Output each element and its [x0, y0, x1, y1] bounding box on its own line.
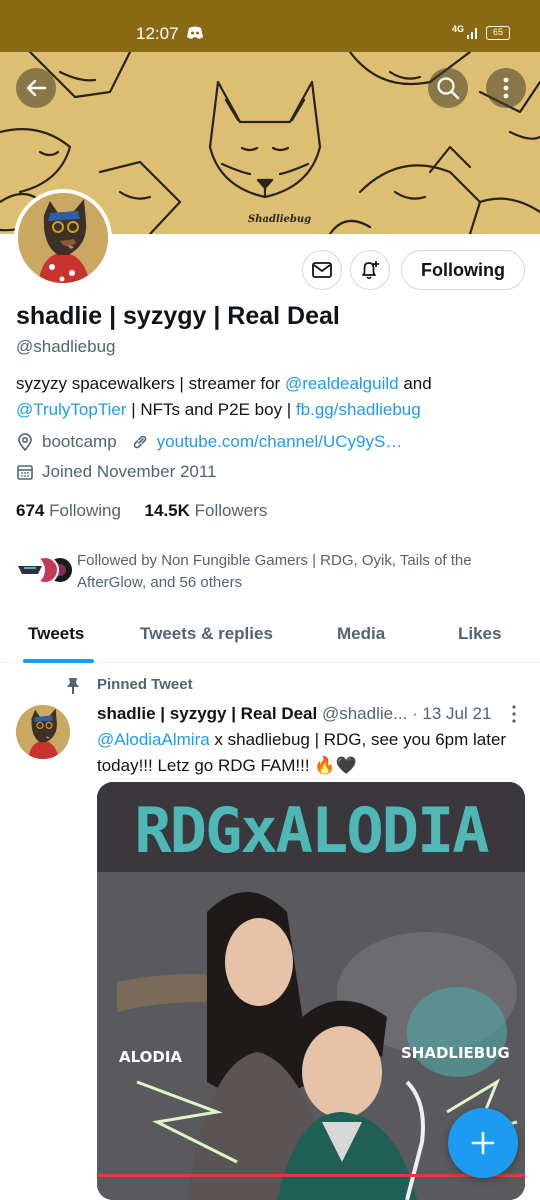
profile-name: shadlie | syzygy | Real Deal	[16, 302, 340, 330]
mention-realdealguild-link[interactable]: @realdealguild	[285, 374, 399, 393]
profile-handle: @shadliebug	[16, 337, 116, 356]
tweet-date[interactable]: · 13 Jul 21	[412, 704, 491, 723]
tab-tweets-and-replies[interactable]: Tweets & replies	[140, 624, 273, 644]
website-link[interactable]: youtube.com/channel/UCy9yS…	[157, 432, 403, 452]
joined-date-row: Joined November 2011	[16, 462, 217, 482]
mention-alodiaalmira-link[interactable]: @AlodiaAlmira	[97, 730, 210, 749]
followers-count: 14.5K	[144, 501, 190, 520]
tab-media[interactable]: Media	[337, 624, 385, 644]
mail-icon	[312, 262, 332, 278]
dog-avatar-art	[16, 705, 70, 759]
pinned-tweet-label: Pinned Tweet	[66, 676, 193, 694]
clock: 12:07	[136, 24, 179, 43]
arrow-left-icon	[26, 79, 47, 97]
follow-counts: 674 Following 14.5K Followers	[16, 501, 267, 521]
bell-plus-icon	[362, 261, 379, 280]
network-type: 4G	[452, 24, 465, 34]
joined-date: Joined November 2011	[42, 462, 217, 481]
signal-bars-icon	[467, 28, 477, 39]
followers-count-link[interactable]: 14.5K Followers	[145, 501, 268, 520]
dog-avatar-art	[18, 193, 108, 283]
following-count: 674	[16, 501, 45, 520]
media-label-left: ALODIA	[119, 1048, 183, 1066]
tab-likes[interactable]: Likes	[458, 624, 501, 644]
tweet-author-name[interactable]: shadlie | syzygy | Real Deal	[97, 704, 317, 723]
profile-location: bootcamp	[42, 432, 117, 451]
pin-icon	[67, 678, 79, 694]
profile-avatar[interactable]	[14, 189, 112, 287]
location-pin-icon	[18, 433, 32, 451]
calendar-icon	[17, 465, 33, 480]
tweet-author-handle: @shadlie...	[321, 704, 408, 723]
tweet-header: shadlie | syzygy | Real Deal @shadlie...…	[97, 704, 507, 724]
notifications-button[interactable]	[350, 250, 390, 290]
profile-meta-row: bootcamp youtube.com/channel/UCy9yS…	[16, 432, 402, 452]
link-icon	[133, 435, 146, 449]
tweet-body: @AlodiaAlmira x shadliebug | RDG, see yo…	[97, 727, 527, 779]
followers-label: Followers	[194, 501, 268, 520]
tab-tweets[interactable]: Tweets	[28, 624, 84, 644]
media-title: RDGxALODIA	[134, 794, 489, 867]
bio-text: syzyzy spacewalkers | streamer for	[16, 374, 285, 393]
discord-icon	[187, 26, 203, 39]
media-label-right: SHADLIEBUG	[401, 1044, 510, 1062]
banner-signature: Shadliebug	[248, 214, 312, 225]
message-button[interactable]	[302, 250, 342, 290]
compose-tweet-button[interactable]	[448, 1108, 518, 1178]
back-button[interactable]	[16, 68, 56, 108]
tweet-more-icon[interactable]	[508, 704, 520, 724]
following-label: Following	[49, 501, 121, 520]
search-button[interactable]	[428, 68, 468, 108]
following-button[interactable]: Following	[401, 250, 525, 290]
search-icon	[437, 77, 460, 100]
pinned-text: Pinned Tweet	[97, 676, 193, 693]
plus-icon	[471, 1131, 495, 1155]
bio-text: | NFTs and P2E boy |	[126, 400, 296, 419]
mention-trulytoptier-link[interactable]: @TrulyTopTier	[16, 400, 126, 419]
status-bar: 12:07 4G 65	[0, 0, 540, 52]
profile-bio: syzyzy spacewalkers | streamer for @real…	[16, 371, 526, 423]
bio-text: and	[398, 374, 432, 393]
mutual-followers-avatars[interactable]	[14, 554, 74, 586]
battery-indicator: 65	[486, 26, 510, 40]
more-vertical-icon	[503, 77, 509, 99]
tweet-author-avatar[interactable]	[16, 705, 70, 759]
active-tab-indicator	[23, 659, 94, 663]
more-options-button[interactable]	[486, 68, 526, 108]
following-count-link[interactable]: 674 Following	[16, 501, 121, 520]
followed-by-text[interactable]: Followed by Non Fungible Gamers | RDG, O…	[77, 550, 527, 594]
profile-tabs: Tweets Tweets & replies Media Likes	[0, 606, 540, 663]
facebook-gaming-link[interactable]: fb.gg/shadliebug	[296, 400, 421, 419]
